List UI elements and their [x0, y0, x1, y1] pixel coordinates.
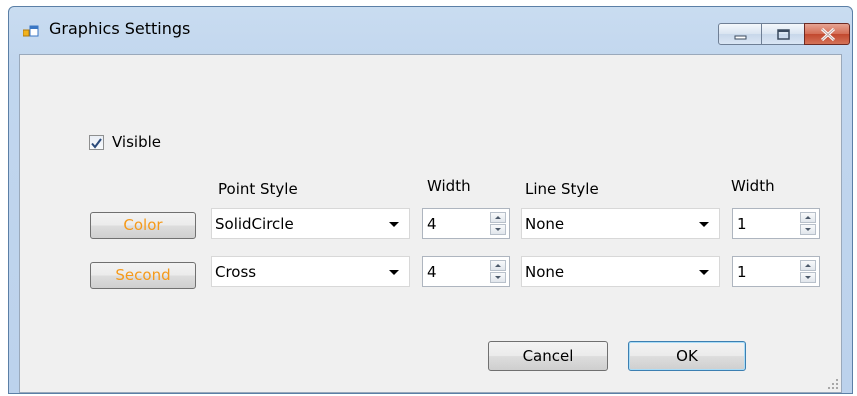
point-style-value: Cross — [215, 263, 257, 281]
line-width-value: 1 — [737, 263, 747, 281]
spin-down-icon[interactable] — [490, 224, 506, 235]
graphics-settings-window: Graphics Settings Visible Point Style Wi… — [8, 6, 853, 394]
visible-label: Visible — [112, 133, 161, 151]
second-button[interactable]: Second — [90, 262, 196, 289]
point-style-combo-color[interactable]: SolidCircle — [211, 208, 410, 239]
spin-down-icon[interactable] — [490, 272, 506, 283]
resize-grip-icon[interactable] — [827, 378, 839, 390]
spin-up-icon[interactable] — [800, 212, 816, 223]
minimize-button[interactable] — [718, 23, 762, 45]
dropdown-arrow-icon[interactable] — [699, 222, 709, 227]
cancel-button[interactable]: Cancel — [488, 341, 608, 371]
close-icon — [820, 27, 836, 42]
ok-button[interactable]: OK — [628, 341, 746, 371]
spin-down-icon[interactable] — [800, 224, 816, 235]
visible-checkbox[interactable] — [89, 135, 104, 150]
point-width-header: Width — [427, 177, 471, 195]
point-style-value: SolidCircle — [215, 215, 294, 233]
dialog-client-area: Visible Point Style Width Line Style Wid… — [19, 54, 842, 393]
color-button[interactable]: Color — [90, 212, 196, 239]
dropdown-arrow-icon[interactable] — [389, 270, 399, 275]
point-width-value: 4 — [427, 215, 437, 233]
app-icon — [22, 25, 39, 39]
spin-down-icon[interactable] — [800, 272, 816, 283]
spinner-buttons — [800, 212, 816, 235]
line-width-value: 1 — [737, 215, 747, 233]
maximize-icon — [777, 29, 790, 40]
line-width-header: Width — [731, 177, 775, 195]
point-style-combo-second[interactable]: Cross — [211, 256, 410, 287]
title-bar[interactable]: Graphics Settings — [9, 7, 852, 53]
spinner-buttons — [490, 212, 506, 235]
spin-up-icon[interactable] — [490, 260, 506, 271]
window-title: Graphics Settings — [49, 19, 191, 38]
spinner-buttons — [800, 260, 816, 283]
minimize-icon — [734, 35, 747, 40]
line-width-spinner-color[interactable]: 1 — [732, 208, 820, 239]
close-button[interactable] — [804, 23, 850, 45]
dropdown-arrow-icon[interactable] — [699, 270, 709, 275]
maximize-button[interactable] — [761, 23, 805, 45]
point-width-spinner-second[interactable]: 4 — [422, 256, 510, 287]
line-style-combo-second[interactable]: None — [521, 256, 720, 287]
point-width-value: 4 — [427, 263, 437, 281]
line-width-spinner-second[interactable]: 1 — [732, 256, 820, 287]
point-style-header: Point Style — [218, 180, 298, 198]
spinner-buttons — [490, 260, 506, 283]
spin-up-icon[interactable] — [490, 212, 506, 223]
spin-up-icon[interactable] — [800, 260, 816, 271]
line-style-value: None — [525, 263, 565, 281]
point-width-spinner-color[interactable]: 4 — [422, 208, 510, 239]
line-style-header: Line Style — [525, 180, 599, 198]
line-style-value: None — [525, 215, 565, 233]
checkmark-icon — [91, 138, 102, 149]
line-style-combo-color[interactable]: None — [521, 208, 720, 239]
dropdown-arrow-icon[interactable] — [389, 222, 399, 227]
